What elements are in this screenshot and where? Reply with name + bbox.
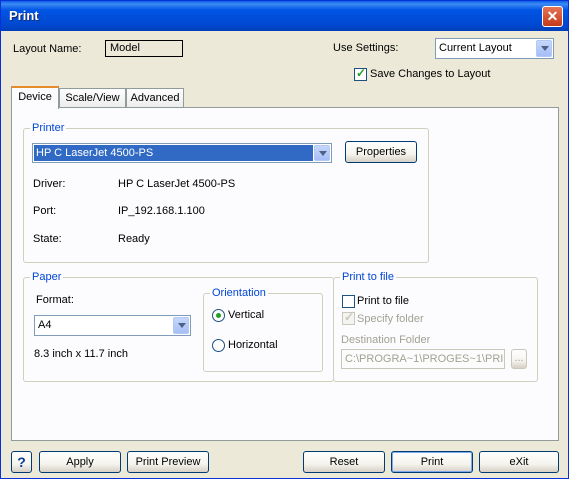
print-to-file-checkbox[interactable] [342, 295, 355, 308]
window-title: Print [9, 8, 39, 23]
tab-device[interactable]: Device [11, 86, 59, 109]
print-preview-button-label: Print Preview [135, 456, 201, 468]
close-button[interactable]: ✕ [542, 6, 563, 27]
orientation-legend: Orientation [212, 287, 266, 299]
driver-value: HP C LaserJet 4500-PS [118, 178, 236, 190]
print-to-file-label[interactable]: Print to file [357, 295, 409, 307]
title-bar[interactable]: Print ✕ [1, 1, 568, 31]
browse-folder-label: ... [514, 352, 524, 364]
tab-advanced[interactable]: Advanced [126, 88, 184, 108]
printer-legend: Printer [32, 122, 65, 134]
reset-button[interactable]: Reset [303, 451, 385, 473]
tab-scale-view-label: Scale/View [65, 92, 120, 104]
print-preview-button[interactable]: Print Preview [127, 451, 209, 473]
destination-folder-input[interactable]: C:\PROGRA~1\PROGES~1\PRI [341, 349, 505, 369]
orientation-horizontal-label[interactable]: Horizontal [228, 339, 278, 351]
print-button-label: Print [420, 456, 444, 468]
properties-button-label: Properties [355, 146, 407, 158]
reset-button-label: Reset [329, 456, 359, 468]
port-label: Port: [33, 205, 57, 217]
specify-folder-label: Specify folder [357, 313, 424, 325]
use-settings-value: Current Layout [439, 42, 512, 54]
destination-folder-value: C:\PROGRA~1\PROGES~1\PRI [345, 353, 504, 365]
device-tab-panel: Printer HP C LaserJet 4500-PS Properties… [11, 107, 559, 441]
save-changes-checkbox[interactable] [354, 66, 367, 81]
tab-scale-view[interactable]: Scale/View [59, 88, 126, 108]
use-settings-dropdown[interactable]: Current Layout [435, 38, 554, 59]
orientation-horizontal-radio[interactable] [212, 339, 225, 352]
chevron-down-icon[interactable] [173, 317, 189, 334]
chevron-down-icon[interactable] [536, 40, 552, 57]
orientation-group: Orientation [203, 287, 323, 372]
print-dialog: Print ✕ Layout Name: Model Use Settings:… [0, 0, 569, 479]
printer-dropdown[interactable]: HP C LaserJet 4500-PS [32, 143, 332, 163]
browse-folder-button[interactable]: ... [511, 349, 527, 369]
paper-format-value: A4 [38, 319, 52, 331]
tab-device-label: Device [18, 91, 52, 103]
exit-button-label: eXit [509, 456, 529, 468]
use-settings-label: Use Settings: [333, 42, 399, 54]
apply-button[interactable]: Apply [39, 451, 121, 473]
chevron-down-icon[interactable] [314, 145, 330, 161]
paper-format-dropdown[interactable]: A4 [34, 315, 191, 336]
destination-folder-label: Destination Folder [341, 334, 431, 346]
specify-folder-checkbox[interactable] [342, 310, 355, 325]
apply-button-label: Apply [66, 456, 94, 468]
properties-button[interactable]: Properties [345, 141, 417, 163]
paper-size-text: 8.3 inch x 11.7 inch [34, 348, 128, 360]
driver-label: Driver: [33, 178, 66, 190]
orientation-vertical-label[interactable]: Vertical [228, 309, 264, 321]
help-button[interactable]: ? [11, 451, 32, 473]
exit-button[interactable]: eXit [479, 451, 559, 473]
state-value: Ready [118, 233, 150, 245]
help-icon: ? [17, 454, 26, 470]
state-label: State: [33, 233, 62, 245]
layout-name-label: Layout Name: [13, 43, 82, 55]
paper-legend: Paper [32, 271, 62, 283]
tab-advanced-label: Advanced [130, 92, 180, 104]
format-label: Format: [36, 294, 74, 306]
print-button[interactable]: Print [391, 451, 473, 473]
orientation-vertical-radio[interactable] [212, 309, 225, 322]
layout-name-value: Model [110, 42, 140, 54]
print-to-file-legend: Print to file [342, 271, 394, 283]
layout-name-field: Model [105, 40, 183, 57]
printer-selected-value: HP C LaserJet 4500-PS [36, 147, 154, 159]
save-changes-label: Save Changes to Layout [370, 68, 491, 80]
port-value: IP_192.168.1.100 [118, 205, 205, 217]
